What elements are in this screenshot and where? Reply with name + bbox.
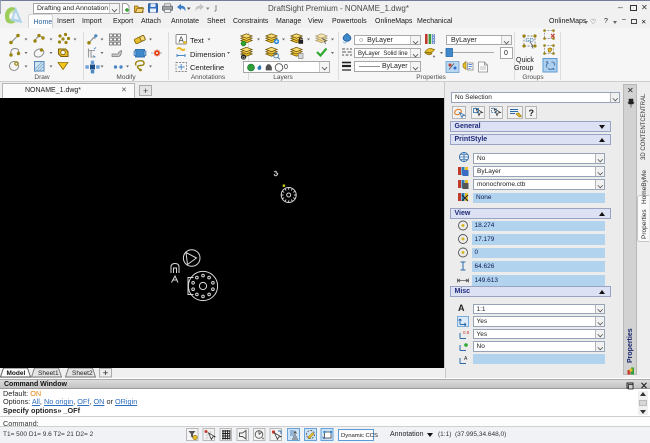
svg-text:?: ? <box>528 108 534 118</box>
svg-text:A: A <box>179 36 185 45</box>
svg-text:A: A <box>458 303 465 313</box>
svg-text:GD: GD <box>526 38 534 44</box>
svg-text:A: A <box>464 356 468 362</box>
svg-text:0.8: 0.8 <box>463 330 470 335</box>
svg-text:Sheet2: Sheet2 <box>72 370 93 377</box>
svg-text:Sheet1: Sheet1 <box>38 370 59 377</box>
svg-text:Model: Model <box>7 370 26 377</box>
